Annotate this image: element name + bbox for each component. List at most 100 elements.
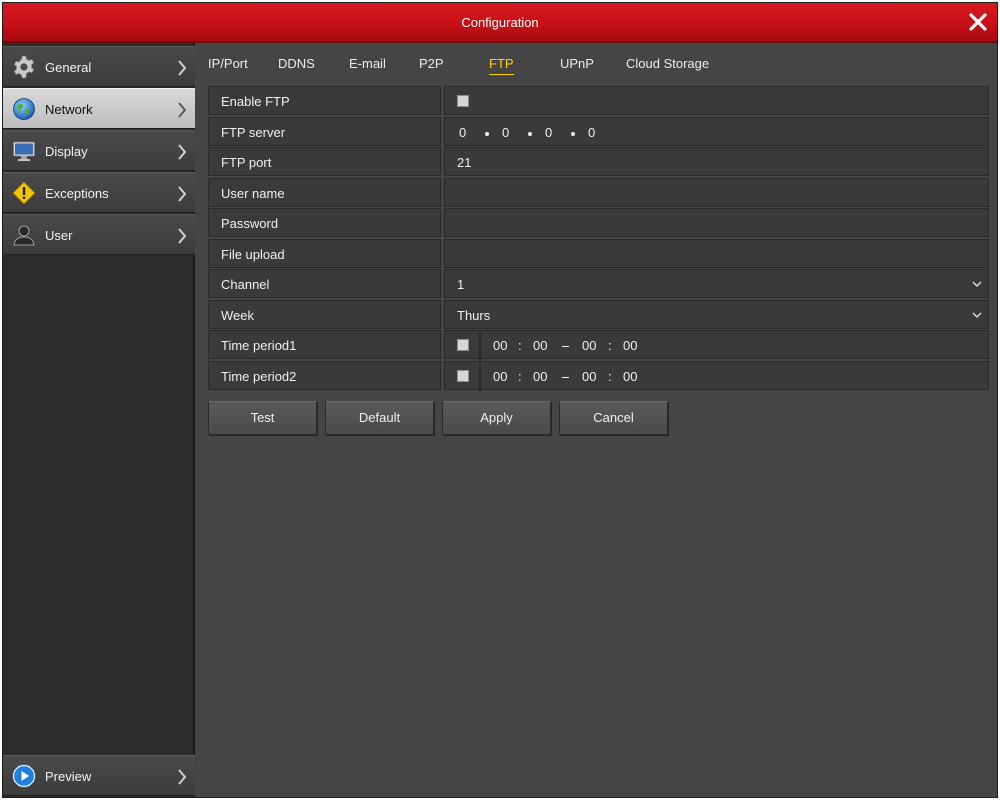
password-label: Password — [208, 208, 441, 237]
configuration-window: Configuration General Network Display Ex… — [2, 2, 998, 798]
channel-row: Channel 1 — [208, 269, 989, 298]
file-upload-input[interactable] — [444, 239, 989, 268]
enable-ftp-row: Enable FTP — [208, 86, 989, 115]
enable-ftp-label: Enable FTP — [208, 86, 441, 115]
time-colon: : — [608, 369, 612, 384]
chevron-right-icon — [178, 60, 187, 76]
ip-octet-2[interactable]: 0 — [502, 125, 509, 140]
start-hour[interactable]: 00 — [493, 369, 507, 384]
sidebar-item-display[interactable]: Display — [3, 130, 195, 171]
ftp-server-input[interactable]: 0 0 0 0 — [444, 117, 989, 146]
ftp-server-label: FTP server — [208, 117, 441, 146]
file-upload-label: File upload — [208, 239, 441, 268]
time-period1-checkbox[interactable] — [457, 339, 469, 351]
apply-button[interactable]: Apply — [442, 401, 551, 435]
user-icon — [13, 225, 35, 246]
tab-email[interactable]: E-mail — [349, 56, 386, 71]
week-row: Week Thurs — [208, 300, 989, 329]
channel-label: Channel — [208, 269, 441, 298]
ip-dot — [571, 132, 575, 136]
end-minute[interactable]: 00 — [623, 369, 637, 384]
tab-ip-port[interactable]: IP/Port — [208, 56, 248, 71]
chevron-down-icon — [972, 312, 982, 318]
time-period2-row: Time period2 00 : 00 00 : 00 — [208, 361, 989, 391]
ftp-server-row: FTP server 0 0 0 0 — [208, 117, 989, 146]
chevron-right-icon — [178, 144, 187, 160]
week-select[interactable]: Thurs — [444, 300, 989, 329]
tab-ddns[interactable]: DDNS — [278, 56, 315, 71]
start-hour[interactable]: 00 — [493, 338, 507, 353]
ftp-port-label: FTP port — [208, 147, 441, 176]
time-period2-cell: 00 : 00 00 : 00 — [444, 361, 989, 391]
divider — [479, 362, 481, 391]
time-period2-label: Time period2 — [208, 361, 441, 390]
sidebar-item-user[interactable]: User — [3, 214, 195, 255]
globe-icon — [13, 98, 35, 120]
channel-value: 1 — [457, 277, 465, 292]
sidebar-item-network[interactable]: Network — [3, 88, 195, 129]
end-hour[interactable]: 00 — [582, 369, 596, 384]
password-row: Password — [208, 208, 989, 237]
enable-ftp-checkbox[interactable] — [457, 95, 469, 107]
cancel-button[interactable]: Cancel — [559, 401, 668, 435]
chevron-right-icon — [178, 102, 187, 118]
user-name-row: User name — [208, 178, 989, 207]
file-upload-row: File upload — [208, 239, 989, 268]
enable-ftp-cell — [444, 86, 989, 115]
ip-octet-4[interactable]: 0 — [588, 125, 595, 140]
ip-dot — [485, 132, 489, 136]
time-period2-checkbox[interactable] — [457, 370, 469, 382]
time-colon: : — [518, 369, 522, 384]
chevron-down-icon — [972, 281, 982, 287]
sidebar-item-general[interactable]: General — [3, 46, 195, 87]
monitor-icon — [13, 141, 35, 161]
sidebar-item-label: Exceptions — [45, 186, 109, 201]
sidebar-item-label: Display — [45, 144, 88, 159]
channel-select[interactable]: 1 — [444, 269, 989, 298]
chevron-right-icon — [178, 186, 187, 202]
ip-octet-3[interactable]: 0 — [545, 125, 552, 140]
test-button[interactable]: Test — [208, 401, 317, 435]
sidebar-item-label: Preview — [45, 769, 92, 784]
window-title: Configuration — [461, 15, 539, 30]
tab-upnp[interactable]: UPnP — [560, 56, 594, 71]
end-hour[interactable]: 00 — [582, 338, 596, 353]
main-panel: IP/Port DDNS E-mail P2P FTP UPnP Cloud S… — [196, 43, 997, 797]
chevron-right-icon — [178, 769, 187, 785]
play-icon — [12, 764, 36, 788]
ftp-port-value: 21 — [457, 155, 472, 170]
divider — [479, 331, 481, 360]
password-input[interactable] — [444, 208, 989, 237]
close-icon — [969, 13, 987, 31]
tab-p2p[interactable]: P2P — [419, 56, 444, 71]
sidebar: General Network Display Exceptions User … — [3, 43, 195, 797]
ftp-port-row: FTP port 21 — [208, 147, 989, 176]
user-name-label: User name — [208, 178, 441, 207]
ftp-port-input[interactable]: 21 — [444, 147, 989, 176]
ip-octet-1[interactable]: 0 — [459, 125, 466, 140]
start-minute[interactable]: 00 — [533, 338, 547, 353]
time-dash — [562, 346, 569, 347]
default-button[interactable]: Default — [325, 401, 434, 435]
time-colon: : — [518, 338, 522, 353]
week-value: Thurs — [457, 308, 491, 323]
end-minute[interactable]: 00 — [623, 338, 637, 353]
close-button[interactable] — [967, 11, 989, 33]
sidebar-item-label: User — [45, 228, 73, 243]
title-bar: Configuration — [3, 3, 997, 43]
time-period1-row: Time period1 00 : 00 00 : 00 — [208, 330, 989, 360]
time-period1-cell: 00 : 00 00 : 00 — [444, 330, 989, 360]
start-minute[interactable]: 00 — [533, 369, 547, 384]
week-label: Week — [208, 300, 441, 329]
time-period1-label: Time period1 — [208, 330, 441, 359]
user-name-input[interactable] — [444, 178, 989, 207]
time-dash — [562, 377, 569, 378]
sidebar-item-exceptions[interactable]: Exceptions — [3, 172, 195, 213]
tab-ftp[interactable]: FTP — [489, 56, 514, 75]
chevron-right-icon — [178, 228, 187, 244]
tab-cloud-storage[interactable]: Cloud Storage — [626, 56, 709, 71]
time-colon: : — [608, 338, 612, 353]
tab-bar: IP/Port DDNS E-mail P2P FTP UPnP Cloud S… — [196, 43, 997, 83]
sidebar-item-preview[interactable]: Preview — [3, 755, 195, 796]
warning-icon — [12, 181, 36, 205]
